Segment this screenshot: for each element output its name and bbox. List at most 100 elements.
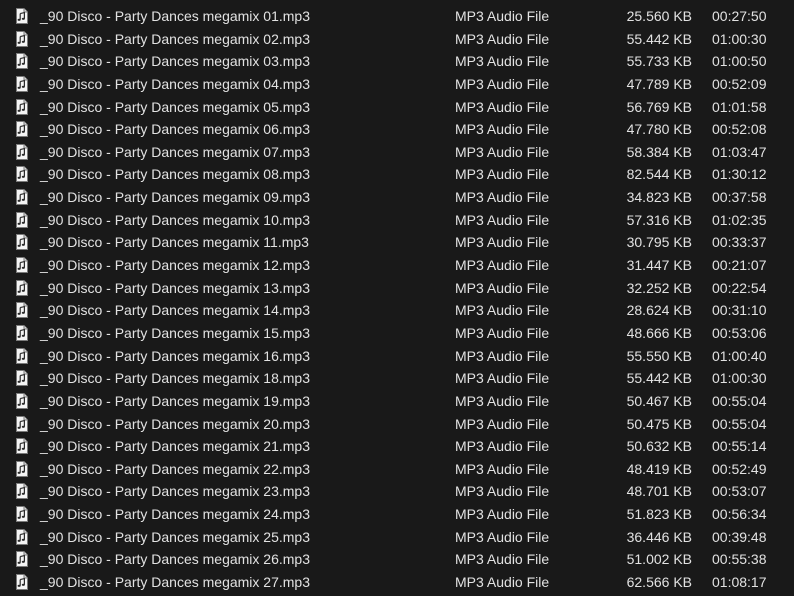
file-duration: 01:30:12 [712, 166, 767, 183]
file-type: MP3 Audio File [455, 370, 550, 387]
file-type: MP3 Audio File [455, 347, 550, 364]
file-duration: 00:55:04 [712, 392, 767, 409]
file-name: _90 Disco - Party Dances megamix 06.mp3 [40, 121, 310, 138]
mp3-file-icon [14, 551, 30, 568]
file-name: _90 Disco - Party Dances megamix 13.mp3 [40, 279, 310, 296]
file-type: MP3 Audio File [455, 415, 550, 432]
file-duration: 00:55:14 [712, 438, 767, 455]
file-name: _90 Disco - Party Dances megamix 23.mp3 [40, 483, 310, 500]
file-row[interactable]: _90 Disco - Party Dances megamix 06.mp3 … [0, 118, 794, 141]
file-size: 25.560 KB [626, 8, 692, 24]
file-type: MP3 Audio File [455, 506, 550, 523]
file-row[interactable]: _90 Disco - Party Dances megamix 09.mp3 … [0, 186, 794, 209]
file-size: 82.544 KB [626, 166, 692, 183]
file-name: _90 Disco - Party Dances megamix 11.mp3 [40, 234, 309, 251]
file-row[interactable]: _90 Disco - Party Dances megamix 07.mp3 … [0, 141, 794, 164]
file-row[interactable]: _90 Disco - Party Dances megamix 13.mp3 … [0, 277, 794, 300]
file-size: 48.701 KB [626, 483, 692, 500]
file-duration: 01:00:40 [712, 347, 767, 364]
mp3-file-icon [14, 483, 30, 500]
file-duration: 00:55:04 [712, 415, 767, 432]
file-type: MP3 Audio File [455, 53, 550, 70]
file-type: MP3 Audio File [455, 483, 550, 500]
mp3-file-icon [14, 166, 30, 183]
file-row[interactable]: _90 Disco - Party Dances megamix 23.mp3 … [0, 480, 794, 503]
mp3-file-icon [14, 506, 30, 523]
file-size: 57.316 KB [626, 211, 692, 228]
file-row[interactable]: _90 Disco - Party Dances megamix 16.mp3 … [0, 345, 794, 368]
file-duration: 00:33:37 [712, 234, 767, 251]
mp3-file-icon [14, 211, 30, 228]
mp3-file-icon [14, 279, 30, 296]
file-type: MP3 Audio File [455, 234, 550, 251]
file-duration: 01:03:47 [712, 143, 767, 160]
file-name: _90 Disco - Party Dances megamix 12.mp3 [40, 257, 310, 274]
file-type: MP3 Audio File [455, 528, 550, 545]
file-name: _90 Disco - Party Dances megamix 16.mp3 [40, 347, 310, 364]
file-duration: 00:21:07 [712, 257, 767, 274]
file-row[interactable]: _90 Disco - Party Dances megamix 12.mp3 … [0, 254, 794, 277]
file-row[interactable]: _90 Disco - Party Dances megamix 02.mp3 … [0, 28, 794, 51]
file-duration: 01:08:17 [712, 574, 767, 591]
mp3-file-icon [14, 143, 30, 160]
file-row[interactable]: _90 Disco - Party Dances megamix 15.mp3 … [0, 322, 794, 345]
file-row[interactable]: _90 Disco - Party Dances megamix 26.mp3 … [0, 548, 794, 571]
file-duration: 01:02:35 [712, 211, 767, 228]
mp3-file-icon [14, 392, 30, 409]
file-type: MP3 Audio File [455, 30, 550, 47]
mp3-file-icon [14, 189, 30, 206]
file-type: MP3 Audio File [455, 324, 550, 341]
file-row[interactable]: _90 Disco - Party Dances megamix 21.mp3 … [0, 435, 794, 458]
file-row[interactable]: _90 Disco - Party Dances megamix 27.mp3 … [0, 571, 794, 594]
file-size: 50.475 KB [626, 415, 692, 432]
file-row[interactable]: _90 Disco - Party Dances megamix 22.mp3 … [0, 458, 794, 481]
file-duration: 00:22:54 [712, 279, 767, 296]
file-row[interactable]: _90 Disco - Party Dances megamix 11.mp3 … [0, 231, 794, 254]
file-type: MP3 Audio File [455, 279, 550, 296]
file-row[interactable]: _90 Disco - Party Dances megamix 08.mp3 … [0, 163, 794, 186]
mp3-file-icon [14, 574, 30, 591]
file-row[interactable]: _90 Disco - Party Dances megamix 14.mp3 … [0, 299, 794, 322]
file-size: 55.550 KB [626, 347, 692, 364]
file-name: _90 Disco - Party Dances megamix 05.mp3 [40, 98, 310, 115]
file-size: 36.446 KB [626, 528, 692, 545]
file-duration: 01:00:30 [712, 30, 767, 47]
file-row[interactable]: _90 Disco - Party Dances megamix 20.mp3 … [0, 413, 794, 436]
file-duration: 00:53:07 [712, 483, 767, 500]
file-row[interactable]: _90 Disco - Party Dances megamix 03.mp3 … [0, 50, 794, 73]
file-type: MP3 Audio File [455, 257, 550, 274]
file-row[interactable]: _90 Disco - Party Dances megamix 24.mp3 … [0, 503, 794, 526]
file-duration: 00:56:34 [712, 506, 767, 523]
mp3-file-icon [14, 234, 30, 251]
file-row[interactable]: _90 Disco - Party Dances megamix 10.mp3 … [0, 209, 794, 232]
file-type: MP3 Audio File [455, 551, 550, 568]
file-row[interactable]: _90 Disco - Party Dances megamix 18.mp3 … [0, 367, 794, 390]
mp3-file-icon [14, 302, 30, 319]
mp3-file-icon [14, 415, 30, 432]
mp3-file-icon [14, 324, 30, 341]
file-row[interactable]: _90 Disco - Party Dances megamix 19.mp3 … [0, 390, 794, 413]
mp3-file-icon [14, 347, 30, 364]
file-size: 31.447 KB [626, 257, 692, 274]
mp3-file-icon [14, 257, 30, 274]
file-size: 47.780 KB [626, 121, 692, 138]
file-row[interactable]: _90 Disco - Party Dances megamix 01.mp3 … [0, 5, 794, 28]
file-name: _90 Disco - Party Dances megamix 08.mp3 [40, 166, 310, 183]
file-name: _90 Disco - Party Dances megamix 20.mp3 [40, 415, 310, 432]
mp3-file-icon [14, 528, 30, 545]
file-size: 55.733 KB [626, 53, 692, 70]
file-size: 51.002 KB [626, 551, 692, 568]
file-duration: 01:00:30 [712, 370, 767, 387]
file-name: _90 Disco - Party Dances megamix 10.mp3 [40, 211, 310, 228]
file-duration: 00:53:06 [712, 324, 767, 341]
file-row[interactable]: _90 Disco - Party Dances megamix 05.mp3 … [0, 96, 794, 119]
file-size: 55.442 KB [626, 30, 692, 47]
file-name: _90 Disco - Party Dances megamix 04.mp3 [40, 75, 310, 92]
file-name: _90 Disco - Party Dances megamix 02.mp3 [40, 30, 310, 47]
file-row[interactable]: _90 Disco - Party Dances megamix 25.mp3 … [0, 526, 794, 549]
file-type: MP3 Audio File [455, 460, 550, 477]
file-row[interactable]: _90 Disco - Party Dances megamix 04.mp3 … [0, 73, 794, 96]
file-duration: 00:39:48 [712, 528, 767, 545]
file-type: MP3 Audio File [455, 574, 550, 591]
file-size: 28.624 KB [626, 302, 692, 319]
